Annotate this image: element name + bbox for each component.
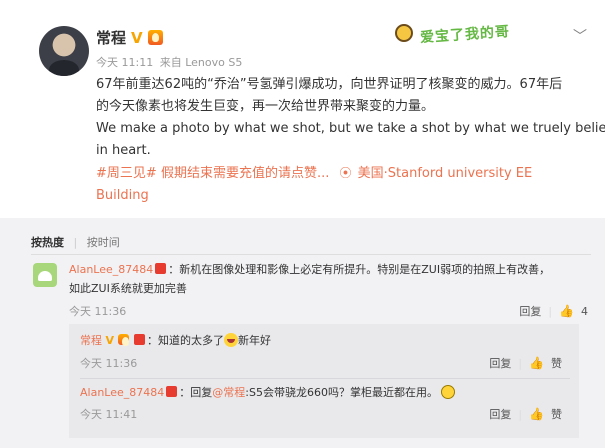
reply-button[interactable]: 回复 [489, 355, 511, 371]
action-divider: | [548, 304, 553, 318]
reply: 常程 V ：知道的太多了 新年好 [80, 332, 271, 350]
author-avatar[interactable] [39, 26, 89, 76]
reply-text-tail: 新年好 [238, 334, 272, 347]
grin-emoji-icon [224, 333, 239, 347]
reply: AlanLee_87484 ：回复@常程:S5会带骁龙660吗？掌柜最近都在用。 [80, 384, 456, 402]
sort-bar: 按热度 | 按时间 [31, 234, 120, 250]
heart-badge-icon [166, 386, 178, 397]
commenter-avatar[interactable] [33, 263, 57, 287]
sort-divider: | [73, 236, 78, 249]
reply-button[interactable]: 回复 [519, 303, 541, 319]
comment-text: ：新机在图像处理和影像上必定有所提升。特别是在ZUI弱项的拍照上有改善， [168, 263, 551, 276]
action-divider: | [518, 356, 523, 370]
reply-user[interactable]: AlanLee_87484 [80, 386, 164, 399]
mention-link[interactable]: @常程 [212, 386, 245, 399]
reply-prefix: ：回复 [179, 386, 213, 399]
heart-badge-icon [134, 334, 146, 345]
post-body-line: 67年前重达62吨的“乔治”号氢弹引爆成功，向世界证明了核聚变的威力。67年后 [96, 77, 563, 92]
post-time[interactable]: 今天 11:11 [96, 56, 153, 69]
fire-badge-icon [147, 30, 163, 45]
like-button[interactable]: 赞 [551, 406, 562, 422]
author-name[interactable]: 常程 [96, 27, 126, 48]
reply-time: 今天 11:41 [80, 408, 138, 421]
egg-icon [395, 24, 413, 42]
sort-hot-tab[interactable]: 按热度 [31, 236, 64, 249]
reply-text: :S5会带骁龙660吗？掌柜最近都在用。 [245, 386, 438, 399]
comment: AlanLee_87484 ：新机在图像处理和影像上必定有所提升。特别是在ZUI弱… [69, 260, 579, 298]
comment-text-continued: 如此ZUI系统就更加完善 [69, 282, 187, 295]
reply-divider [80, 378, 570, 379]
reply-text: ：知道的太多了 [147, 334, 225, 347]
weibo-post: 常程 V 今天 11:11 来自 Lenovo S5 67年前重达62吨的“乔治… [0, 0, 605, 218]
decor-banner: 爱宝了我的哥 [395, 23, 562, 47]
comments-section: 按热度 | 按时间 AlanLee_87484 ：新机在图像处理和影像上必定有所提… [0, 218, 605, 448]
post-body-line: 的今天像素也将发生巨变，再一次给世界带来聚变的力量。 [96, 99, 435, 114]
chevron-down-icon[interactable]: ﹀ [573, 26, 587, 46]
location-link[interactable]: 美国·Stanford university EE [358, 166, 533, 181]
sort-time-tab[interactable]: 按时间 [87, 236, 120, 249]
reply-user[interactable]: 常程 [80, 334, 102, 347]
thumbs-up-icon[interactable]: 👍 [559, 304, 574, 318]
verified-badge-icon: V [131, 28, 143, 47]
divider-line [31, 254, 591, 255]
hashtag-link[interactable]: #周三见# [96, 166, 157, 181]
like-button[interactable]: 赞 [551, 355, 562, 371]
location-icon: ⦿ [339, 166, 352, 180]
comment-actions: 回复 | 👍 4 [519, 303, 588, 319]
reply-button[interactable]: 回复 [489, 406, 511, 422]
post-meta: 今天 11:11 来自 Lenovo S5 [96, 54, 245, 70]
emoji-icon [441, 385, 456, 399]
like-count[interactable]: 4 [581, 305, 588, 318]
thumbs-up-icon[interactable]: 👍 [529, 356, 544, 370]
reply-actions: 回复 | 👍 赞 [489, 355, 562, 371]
heart-badge-icon [155, 263, 167, 274]
post-source: 来自 Lenovo S5 [159, 56, 243, 69]
post-body: 67年前重达62吨的“乔治”号氢弹引爆成功，向世界证明了核聚变的威力。67年后 … [96, 74, 605, 207]
location-tail[interactable]: Building [96, 185, 581, 207]
decor-text: 爱宝了我的哥 [419, 23, 511, 47]
comment-user[interactable]: AlanLee_87484 [69, 263, 153, 276]
fire-badge-icon [117, 334, 129, 346]
tag-text: 假期结束需要充值的请点赞... [160, 166, 330, 181]
comment-time: 今天 11:36 [69, 305, 127, 318]
reply-actions: 回复 | 👍 赞 [489, 406, 562, 422]
reply-box: 常程 V ：知道的太多了 新年好 今天 11:36 回复 | 👍 赞 AlanLe… [69, 324, 579, 438]
post-body-line: We make a photo by what we shot, but we … [96, 121, 605, 136]
action-divider: | [518, 407, 523, 421]
verified-badge-icon: V [105, 334, 115, 347]
post-body-line: in heart. [96, 143, 151, 158]
thumbs-up-icon[interactable]: 👍 [529, 407, 544, 421]
reply-time: 今天 11:36 [80, 357, 138, 370]
author-row: 常程 V [96, 27, 163, 48]
